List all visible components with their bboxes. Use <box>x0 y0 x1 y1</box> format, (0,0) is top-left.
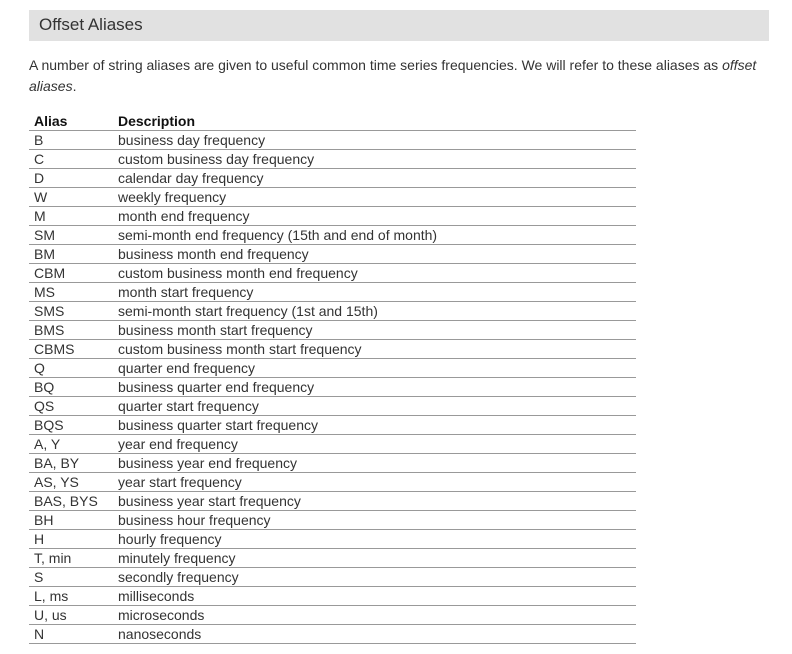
description-cell: semi-month start frequency (1st and 15th… <box>113 301 636 321</box>
header-description: Description <box>113 112 636 131</box>
intro-end: . <box>72 78 77 94</box>
description-cell: minutely frequency <box>113 548 636 568</box>
table-row: QS quarter start frequency <box>29 396 636 416</box>
table-row: Dcalendar day frequency <box>29 168 636 188</box>
alias-cell: BM <box>29 244 113 264</box>
intro-text: A number of string aliases are given to … <box>29 57 719 73</box>
description-cell: year start frequency <box>113 472 636 492</box>
description-cell: business hour frequency <box>113 510 636 530</box>
alias-cell: A, Y <box>29 434 113 454</box>
table-row: Nnanoseconds <box>29 624 636 644</box>
description-cell: business year end frequency <box>113 453 636 473</box>
description-cell: custom business day frequency <box>113 149 636 169</box>
alias-cell: BA, BY <box>29 453 113 473</box>
alias-cell: SM <box>29 225 113 245</box>
alias-cell: MS <box>29 282 113 302</box>
description-cell: nanoseconds <box>113 624 636 644</box>
description-cell: quarter end frequency <box>113 358 636 378</box>
alias-cell: AS, YS <box>29 472 113 492</box>
table-row: SM semi-month end frequency (15th and end… <box>29 225 636 245</box>
description-cell: business day frequency <box>113 130 636 150</box>
table-header-row: Alias Description <box>29 112 636 131</box>
description-cell: business quarter end frequency <box>113 377 636 397</box>
alias-cell: SMS <box>29 301 113 321</box>
table-row: L, ms milliseconds <box>29 586 636 606</box>
alias-cell: N <box>29 624 113 644</box>
alias-cell: U, us <box>29 605 113 625</box>
description-cell: business month start frequency <box>113 320 636 340</box>
description-cell: custom business month start frequency <box>113 339 636 359</box>
alias-cell: QS <box>29 396 113 416</box>
table-row: BA, BY business year end frequency <box>29 453 636 473</box>
description-cell: custom business month end frequency <box>113 263 636 283</box>
section-title: Offset Aliases <box>39 15 143 34</box>
description-cell: secondly frequency <box>113 567 636 587</box>
table-row: AS, YS year start frequency <box>29 472 636 492</box>
alias-cell: CBMS <box>29 339 113 359</box>
alias-cell: BQ <box>29 377 113 397</box>
description-cell: month end frequency <box>113 206 636 226</box>
description-cell: hourly frequency <box>113 529 636 549</box>
intro-paragraph: A number of string aliases are given to … <box>29 55 769 97</box>
description-cell: quarter start frequency <box>113 396 636 416</box>
alias-cell: BMS <box>29 320 113 340</box>
description-cell: month start frequency <box>113 282 636 302</box>
alias-cell: W <box>29 187 113 207</box>
table-row: BQS business quarter start frequency <box>29 415 636 435</box>
alias-cell: BQS <box>29 415 113 435</box>
header-alias: Alias <box>29 112 113 131</box>
table-row: BM business month end frequency <box>29 244 636 264</box>
table-body: Bbusiness day frequency Ccustom business … <box>29 130 636 644</box>
table-row: Wweekly frequency <box>29 187 636 207</box>
table-row: Hhourly frequency <box>29 529 636 549</box>
alias-cell: Q <box>29 358 113 378</box>
table-row: CBM custom business month end frequency <box>29 263 636 283</box>
table-row: Bbusiness day frequency <box>29 130 636 150</box>
alias-cell: B <box>29 130 113 150</box>
offset-aliases-table: Alias Description Bbusiness day frequenc… <box>29 112 636 644</box>
table-row: BQ business quarter end frequency <box>29 377 636 397</box>
alias-cell: S <box>29 567 113 587</box>
alias-cell: T, min <box>29 548 113 568</box>
description-cell: microseconds <box>113 605 636 625</box>
table-row: CBMS custom business month start frequenc… <box>29 339 636 359</box>
table-row: Ccustom business day frequency <box>29 149 636 169</box>
table-row: Mmonth end frequency <box>29 206 636 226</box>
table-row: Qquarter end frequency <box>29 358 636 378</box>
table-row: A, Yyear end frequency <box>29 434 636 454</box>
alias-cell: H <box>29 529 113 549</box>
description-cell: business month end frequency <box>113 244 636 264</box>
alias-cell: C <box>29 149 113 169</box>
table-row: Ssecondly frequency <box>29 567 636 587</box>
alias-cell: CBM <box>29 263 113 283</box>
description-cell: business year start frequency <box>113 491 636 511</box>
table-row: U, us microseconds <box>29 605 636 625</box>
alias-cell: BH <box>29 510 113 530</box>
description-cell: year end frequency <box>113 434 636 454</box>
description-cell: milliseconds <box>113 586 636 606</box>
description-cell: calendar day frequency <box>113 168 636 188</box>
table-row: BAS, BYS business year start frequency <box>29 491 636 511</box>
alias-cell: M <box>29 206 113 226</box>
alias-cell: BAS, BYS <box>29 491 113 511</box>
table-row: SMS semi-month start frequency (1st and 1… <box>29 301 636 321</box>
table-row: MS month start frequency <box>29 282 636 302</box>
table-row: BH business hour frequency <box>29 510 636 530</box>
alias-cell: L, ms <box>29 586 113 606</box>
alias-cell: D <box>29 168 113 188</box>
description-cell: business quarter start frequency <box>113 415 636 435</box>
description-cell: weekly frequency <box>113 187 636 207</box>
section-header: Offset Aliases <box>29 10 769 41</box>
table-row: T, min minutely frequency <box>29 548 636 568</box>
table-row: BMS business month start frequency <box>29 320 636 340</box>
description-cell: semi-month end frequency (15th and end o… <box>113 225 636 245</box>
